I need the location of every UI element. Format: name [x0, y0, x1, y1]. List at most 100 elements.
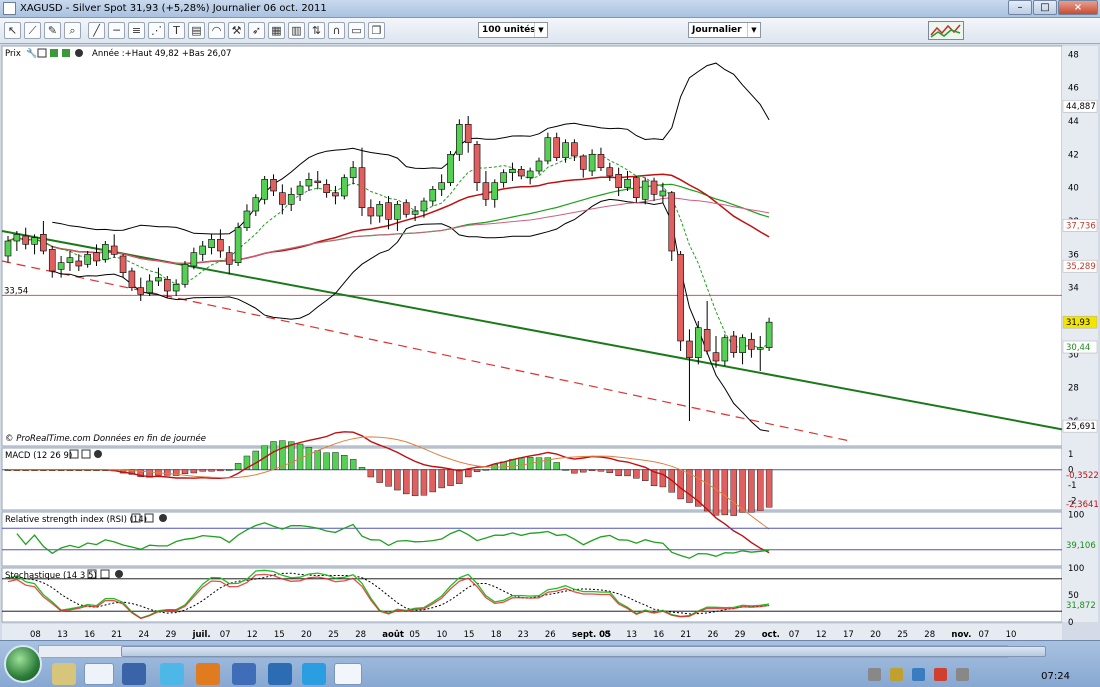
units-select[interactable]: 100 unités ▼ — [478, 22, 548, 38]
zoom-icon[interactable]: ⌕ — [64, 22, 81, 39]
macd-histogram-bar — [305, 447, 313, 470]
channel-icon[interactable]: ≡ — [128, 22, 145, 39]
macd-histogram-bar — [562, 469, 569, 471]
scrollbar-thumb[interactable] — [121, 646, 1046, 657]
app-icon[interactable] — [268, 663, 292, 685]
candle-body — [509, 169, 516, 173]
vlc-app-icon[interactable] — [196, 663, 220, 685]
fan-icon[interactable]: ⋰ — [148, 22, 165, 39]
close-icon[interactable] — [115, 570, 123, 578]
magnet-icon[interactable]: ∩ — [328, 22, 345, 39]
macd-histogram-bar — [588, 469, 596, 471]
tray-icon[interactable] — [890, 668, 903, 681]
arrow-icon[interactable]: ➶ — [248, 22, 265, 39]
stoch-panel[interactable] — [1, 567, 1063, 623]
candle-body — [199, 245, 206, 255]
horizontal-line-icon[interactable]: ─ — [108, 22, 125, 39]
stoch-panel-label: Stochastique (14 3 5) — [5, 571, 97, 581]
explorer-app-icon[interactable] — [122, 663, 146, 685]
close-icon[interactable] — [159, 514, 167, 522]
fibonacci-icon[interactable]: ▤ — [188, 22, 205, 39]
period-select[interactable]: Journalier ▼ — [688, 22, 761, 38]
skype-app-icon[interactable] — [302, 663, 326, 685]
chevron-down-icon: ▼ — [534, 23, 547, 37]
x-axis-tick: 05 — [409, 630, 420, 640]
x-axis-tick: 20 — [301, 630, 312, 640]
pencil-icon[interactable]: ✎ — [44, 22, 61, 39]
macd-histogram-bar — [642, 469, 649, 481]
move-up-icon[interactable] — [62, 49, 70, 57]
candle-body — [40, 234, 47, 252]
macd-histogram-bar — [712, 469, 720, 516]
x-axis-tick: juil. — [192, 630, 211, 640]
window-icon[interactable]: ❐ — [368, 22, 385, 39]
indicator-wizard-icon[interactable] — [928, 21, 964, 40]
network-icon[interactable] — [868, 668, 881, 681]
folder-app-icon[interactable] — [52, 663, 76, 685]
stoch-axis-tick: 50 — [1068, 591, 1079, 601]
browser-app-icon[interactable] — [84, 663, 114, 685]
macd-histogram-bar — [358, 467, 366, 470]
table-icon[interactable]: ▦ — [268, 22, 285, 39]
close-icon[interactable] — [75, 49, 83, 57]
macd-histogram-bar — [482, 469, 490, 471]
candle-body — [402, 202, 410, 215]
x-axis-tick: 15 — [274, 630, 285, 640]
candle-body — [4, 240, 12, 257]
macd-histogram-bar — [429, 469, 436, 493]
price-value-tag-text: 37,736 — [1066, 221, 1096, 231]
minimize-button[interactable]: – — [1008, 0, 1032, 15]
settings-icon[interactable]: 🔧 — [26, 47, 37, 59]
x-axis-tick: 28 — [924, 630, 935, 640]
candle-body — [535, 160, 543, 172]
macd-histogram-bar — [597, 469, 605, 472]
scale-icon[interactable]: ⇅ — [308, 22, 325, 39]
prorealtime-app-icon[interactable] — [334, 663, 362, 685]
ie-app-icon[interactable] — [160, 663, 184, 685]
macd-histogram-bar — [535, 457, 543, 470]
windows-taskbar: 07:24 — [0, 640, 1100, 687]
price-panel[interactable] — [1, 45, 1063, 447]
x-axis-tick: 18 — [491, 630, 502, 640]
word-app-icon[interactable] — [232, 663, 256, 685]
start-button[interactable] — [4, 645, 42, 683]
macd-histogram-bar — [465, 469, 472, 478]
ruler-icon[interactable]: ⟋ — [24, 22, 41, 39]
candle-body — [31, 237, 38, 245]
candle-body — [110, 245, 118, 255]
text-icon[interactable]: T — [168, 22, 185, 39]
price-value-tag-text: 25,691 — [1066, 422, 1096, 432]
candle-body — [615, 174, 622, 188]
close-button[interactable]: × — [1058, 0, 1098, 15]
candle-body — [128, 270, 136, 288]
macd-histogram-bar — [367, 469, 375, 478]
grid-icon[interactable]: ▥ — [288, 22, 305, 39]
cursor-icon[interactable]: ↖ — [4, 22, 21, 39]
tools-icon[interactable]: ⚒ — [228, 22, 245, 39]
candle-body — [358, 167, 366, 208]
x-axis-tick: 10 — [1006, 630, 1017, 640]
tray-icon[interactable] — [934, 668, 947, 681]
rectangle-icon[interactable]: ▭ — [348, 22, 365, 39]
macd-histogram-bar — [757, 469, 764, 511]
chart-area[interactable]: 48464442403836343230282633,5444,88737,73… — [0, 44, 1100, 640]
candle-body — [482, 182, 490, 200]
macd-histogram-bar — [323, 452, 330, 470]
candle-body — [13, 234, 21, 242]
chart-scrollbar[interactable] — [38, 645, 1046, 658]
data-source-footer: © ProRealTime.com Données en fin de jour… — [5, 433, 206, 444]
close-icon[interactable] — [94, 450, 102, 458]
macd-histogram-bar — [730, 469, 737, 516]
add-indicator-icon[interactable] — [50, 49, 58, 57]
price-axis-tick: 42 — [1068, 150, 1079, 160]
tray-icon[interactable] — [912, 668, 925, 681]
price-axis-tick: 40 — [1068, 184, 1079, 194]
volume-icon[interactable] — [956, 668, 969, 681]
candle-body — [464, 124, 472, 143]
trend-line-icon[interactable]: ╱ — [88, 22, 105, 39]
cycle-icon[interactable]: ◠ — [208, 22, 225, 39]
period-select-value: Journalier — [692, 25, 742, 35]
maximize-button[interactable]: □ — [1033, 0, 1057, 15]
macd-histogram-bar — [332, 452, 339, 470]
x-axis-tick: 29 — [735, 630, 746, 640]
